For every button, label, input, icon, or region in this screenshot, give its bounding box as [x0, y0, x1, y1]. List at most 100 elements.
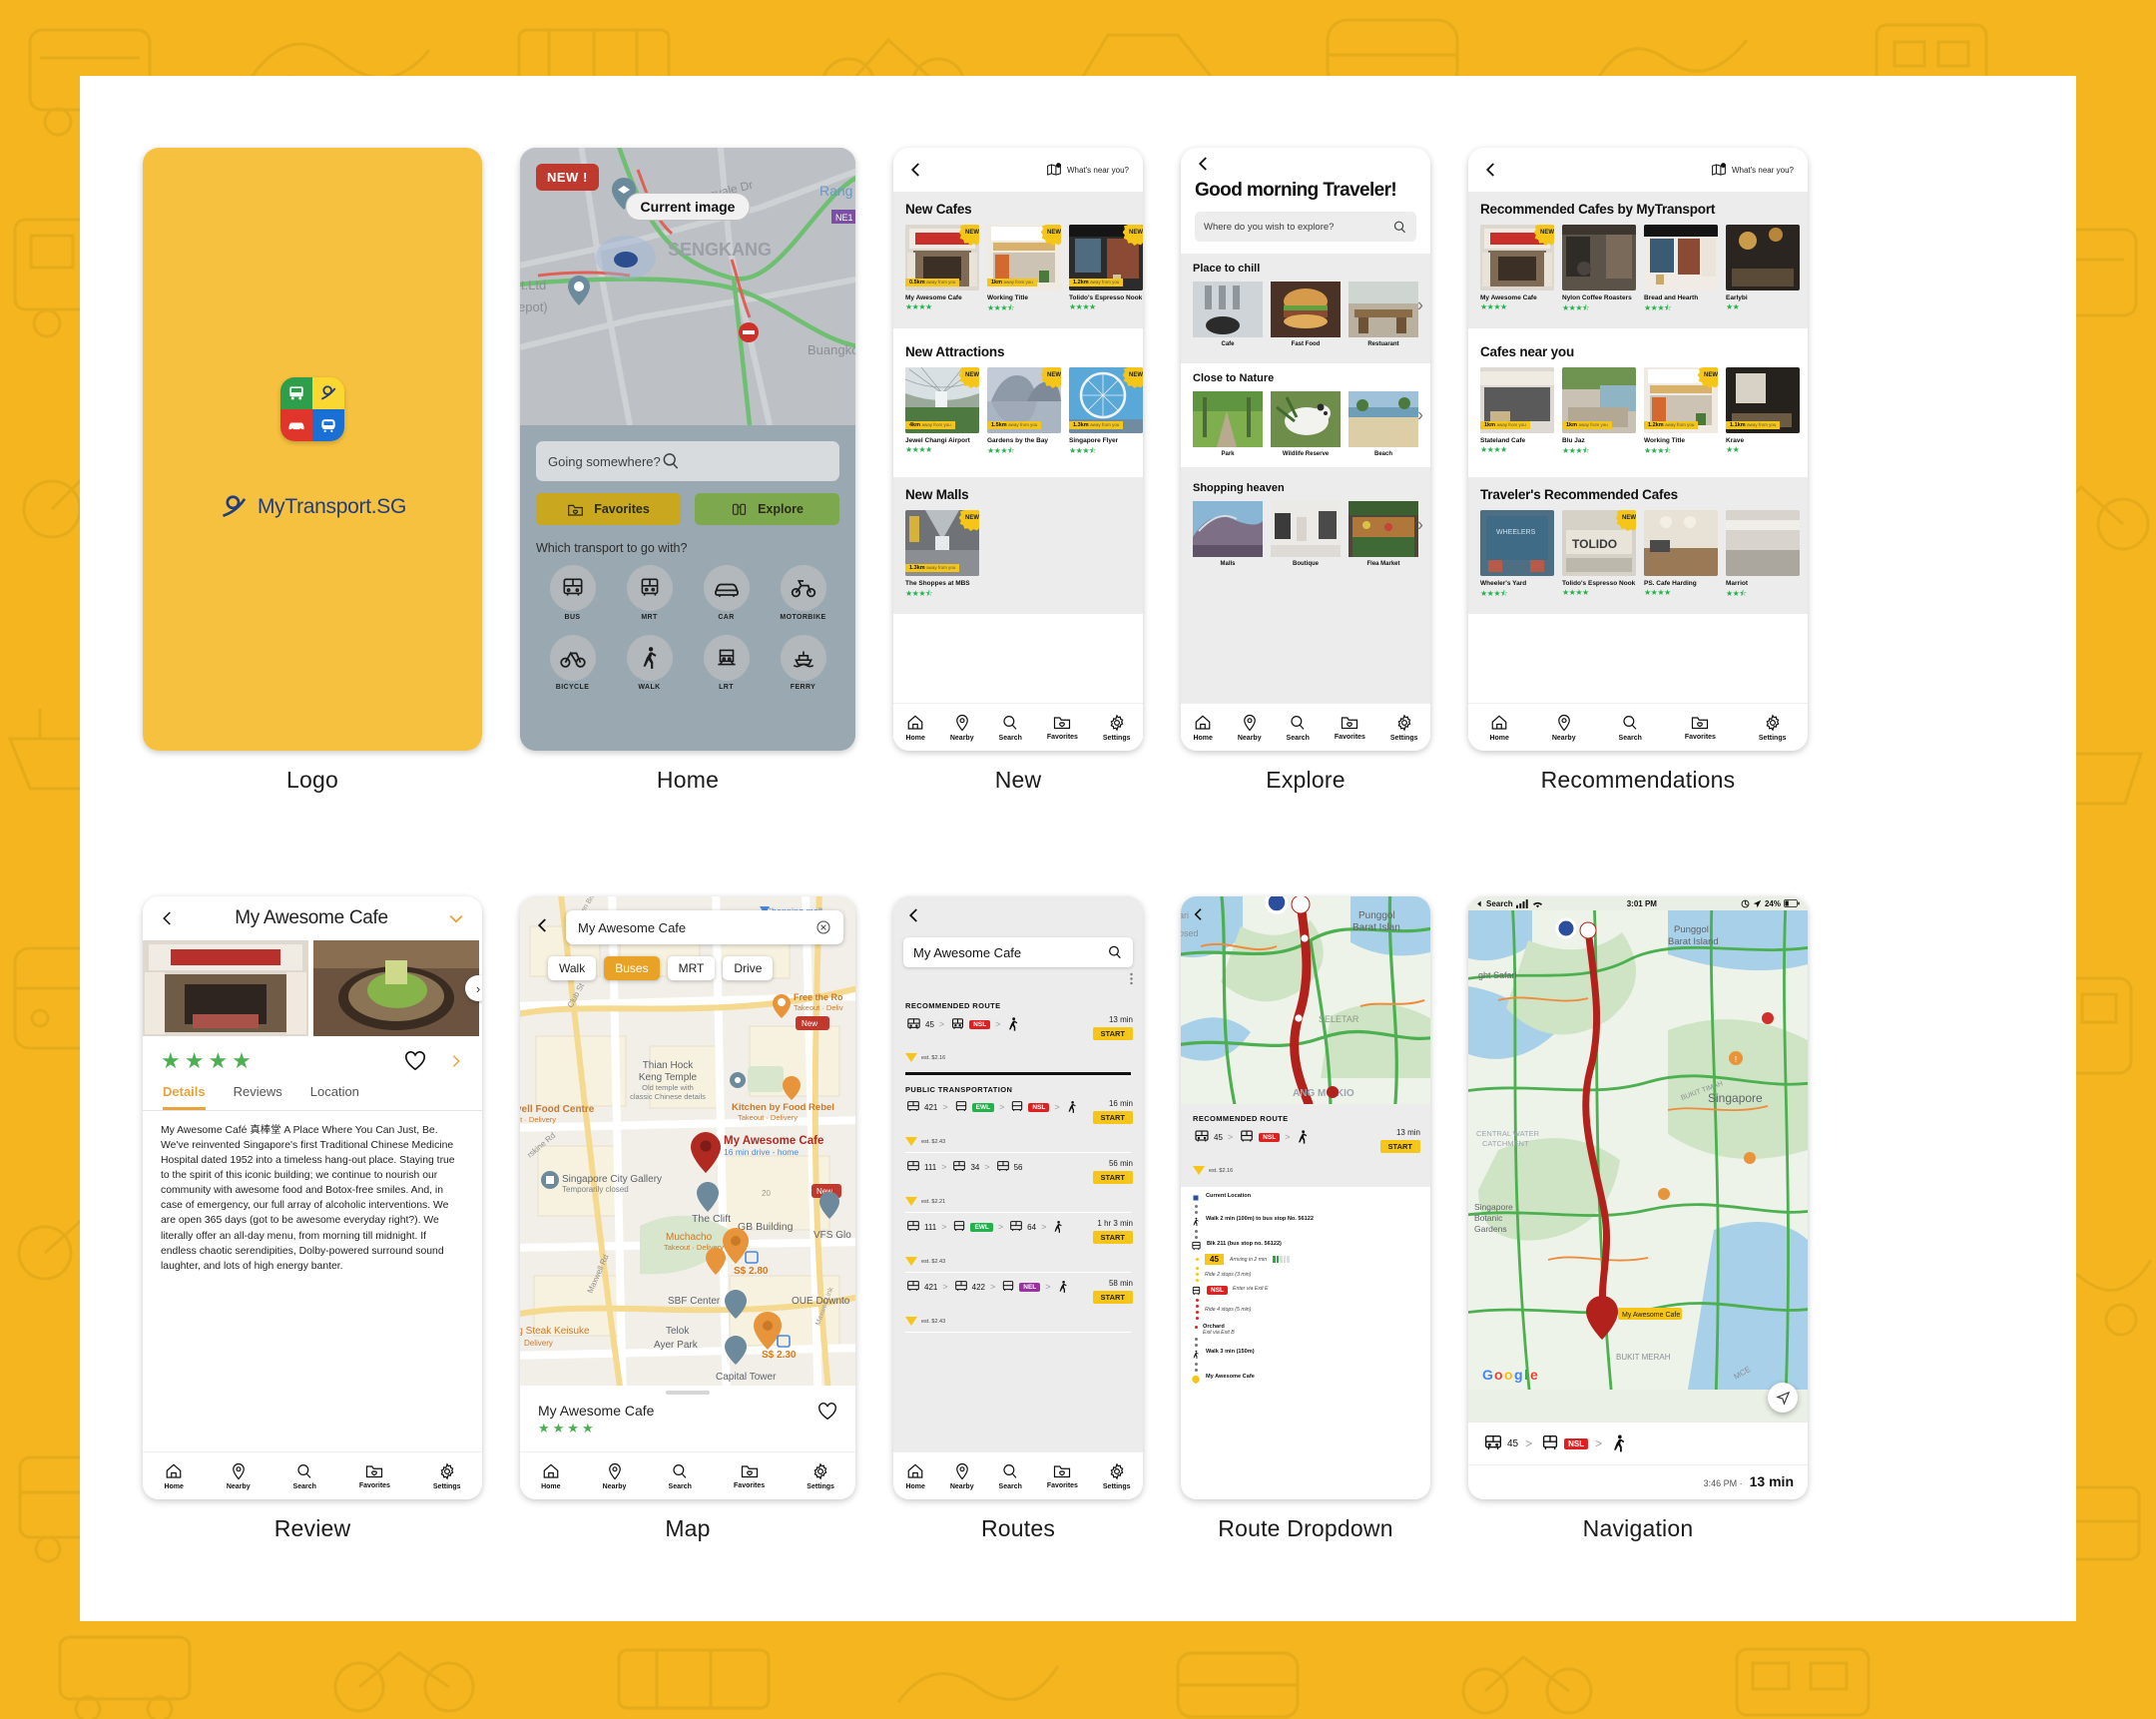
chevron-right-icon[interactable]: ›: [1417, 515, 1423, 536]
list-item[interactable]: 1.1km away from you Krave ★★: [1726, 367, 1800, 459]
start-button[interactable]: START: [1092, 1291, 1133, 1304]
list-item[interactable]: TOLIDO NEW Tolido's Espresso Nook ★★★★: [1562, 510, 1636, 602]
back-icon[interactable]: [534, 916, 552, 934]
start-button[interactable]: START: [1092, 1027, 1133, 1040]
chevron-right-icon[interactable]: [448, 1052, 464, 1070]
map-screen[interactable]: Club St rskine Rd Maxwell Rd Maxwell Lin…: [520, 896, 855, 1499]
route-option[interactable]: 421 > 422 > NEL > 58 min START: [893, 1279, 1143, 1315]
list-item[interactable]: Cafe: [1193, 282, 1263, 347]
route-step-list[interactable]: Current Location Walk 2 min (100m) to bu…: [1181, 1187, 1430, 1390]
chevron-right-icon[interactable]: ›: [1417, 405, 1423, 426]
heart-icon[interactable]: [404, 1051, 426, 1071]
transport-option-motorbike[interactable]: MOTORBIKE: [765, 565, 841, 621]
list-item[interactable]: Malls: [1193, 501, 1263, 567]
expand-triangle-icon[interactable]: [905, 1257, 917, 1266]
start-button[interactable]: START: [1092, 1231, 1133, 1244]
card-row[interactable]: Cafe Fast Food Restuarant: [1193, 282, 1430, 347]
list-item[interactable]: NEW 1.2km away from you Tolido's Espress…: [1069, 225, 1143, 316]
chevron-down-icon[interactable]: [446, 908, 466, 928]
tab-search[interactable]: Search: [1287, 714, 1310, 742]
tab-home[interactable]: Home: [905, 1462, 925, 1490]
list-item[interactable]: Beach: [1348, 391, 1418, 457]
home-map[interactable]: Compassvale Dr SENGKANG Rang it.Ltd epot…: [520, 148, 855, 425]
clear-icon[interactable]: [815, 919, 831, 935]
tab-settings[interactable]: Settings: [1103, 714, 1131, 742]
back-arrow-icon[interactable]: [1476, 900, 1483, 907]
tab-home[interactable]: Home: [1193, 714, 1213, 742]
tab-nearby[interactable]: Nearby: [950, 1462, 974, 1490]
list-item[interactable]: 1km away from you Stateland Cafe ★★★★: [1480, 367, 1554, 459]
card-row[interactable]: NEW 0.5km away from you My Awesome Cafe …: [905, 225, 1143, 316]
tab-favorites[interactable]: Favorites: [1047, 1462, 1078, 1489]
gallery-photo[interactable]: ›: [313, 940, 482, 1036]
back-icon[interactable]: [1195, 155, 1213, 173]
more-options-icon[interactable]: [1130, 972, 1133, 985]
route-summary[interactable]: 45 > NSL > 13 min START: [1181, 1128, 1430, 1164]
tab-search[interactable]: Search: [999, 714, 1022, 742]
mode-walk[interactable]: Walk: [548, 956, 597, 980]
list-item[interactable]: Nylon Coffee Roasters ★★★⯪: [1562, 225, 1636, 316]
list-item[interactable]: NEW 1.3km away from you The Shoppes at M…: [905, 510, 979, 602]
list-item[interactable]: NEW 0.5km away from you My Awesome Cafe …: [905, 225, 979, 316]
tab-favorites[interactable]: Favorites: [1685, 714, 1716, 741]
route-option[interactable]: 111 > 34 > 56 56 min START: [893, 1159, 1143, 1195]
tab-search[interactable]: Search: [669, 1462, 692, 1490]
recs-scroll[interactable]: Recommended Cafes by MyTransport NEW My …: [1468, 192, 1808, 703]
transport-option-mrt[interactable]: MRT: [611, 565, 688, 621]
list-item[interactable]: Fast Food: [1271, 282, 1341, 347]
start-button[interactable]: START: [1092, 1111, 1133, 1124]
back-icon[interactable]: [907, 161, 925, 179]
list-item[interactable]: Marriot ★★⯪: [1726, 510, 1800, 602]
route-legs[interactable]: 45 > NSL >: [1468, 1423, 1808, 1465]
back-icon[interactable]: [905, 906, 923, 924]
tab-nearby[interactable]: Nearby: [1552, 714, 1576, 742]
card-row[interactable]: NEW My Awesome Cafe ★★★★ Nylon Coffee Roa…: [1480, 225, 1808, 316]
tab-settings[interactable]: Settings: [807, 1462, 834, 1490]
tab-search[interactable]: Search: [293, 1462, 316, 1490]
collapse-triangle-icon[interactable]: [1193, 1166, 1205, 1175]
list-item[interactable]: Boutique: [1271, 501, 1341, 567]
route-option[interactable]: 111 > EWL > 64 > 1 hr 3 min START: [893, 1219, 1143, 1255]
card-row[interactable]: WHEELERS Wheeler's Yard ★★★⯪ TOLIDO NEW T…: [1480, 510, 1808, 602]
tab-settings[interactable]: Settings: [1103, 1462, 1131, 1490]
list-item[interactable]: NEW 4km away from you Jewel Changi Airpo…: [905, 367, 979, 459]
card-row[interactable]: 1km away from you Stateland Cafe ★★★★ 1km…: [1480, 367, 1808, 459]
list-item[interactable]: Earlybi ★★: [1726, 225, 1800, 316]
routes-list[interactable]: RECOMMENDED ROUTE 45 > NSL > 13 min STAR…: [893, 991, 1143, 1451]
expand-triangle-icon[interactable]: [905, 1197, 917, 1206]
list-item[interactable]: Park: [1193, 391, 1263, 457]
expand-triangle-icon[interactable]: [905, 1137, 917, 1146]
tab-nearby[interactable]: Nearby: [950, 714, 974, 742]
card-row[interactable]: NEW 1.3km away from you The Shoppes at M…: [905, 510, 1143, 602]
start-button[interactable]: START: [1379, 1140, 1420, 1153]
list-item[interactable]: NEW 1km away from you Working Title ★★★⯪: [987, 225, 1061, 316]
tab-favorites[interactable]: Favorites: [359, 1462, 390, 1489]
tab-home[interactable]: Home: [541, 1462, 561, 1490]
list-item[interactable]: PS. Cafe Harding ★★★★: [1644, 510, 1718, 602]
tab-nearby[interactable]: Nearby: [1238, 714, 1262, 742]
tab-settings[interactable]: Settings: [1759, 714, 1787, 742]
tab-home[interactable]: Home: [164, 1462, 184, 1490]
whats-near-you-button[interactable]: What's near you?: [1046, 163, 1129, 177]
mode-buses[interactable]: Buses: [604, 956, 660, 980]
back-icon[interactable]: [159, 909, 177, 927]
explore-button[interactable]: Explore: [695, 493, 839, 525]
tab-favorites[interactable]: Favorites: [1335, 714, 1365, 741]
new-scroll[interactable]: New Cafes NEW 0.5km away from you My Awe…: [893, 192, 1143, 703]
list-item[interactable]: 1km away from you Blu Jaz ★★★⯪: [1562, 367, 1636, 459]
list-item[interactable]: Restuarant: [1348, 282, 1418, 347]
navigation-map[interactable]: Punggol Barat Island Singapore CENTRAL W…: [1468, 910, 1808, 1423]
tab-reviews[interactable]: Reviews: [234, 1084, 282, 1110]
mode-mrt[interactable]: MRT: [667, 956, 716, 980]
tab-settings[interactable]: Settings: [1390, 714, 1418, 742]
transport-option-walk[interactable]: WALK: [611, 635, 688, 691]
transport-option-bus[interactable]: BUS: [534, 565, 611, 621]
map-search-input[interactable]: My Awesome Cafe: [566, 910, 843, 944]
gallery-photo[interactable]: [143, 940, 308, 1036]
explore-scroll[interactable]: Place to chill Cafe Fast Food Restuarant…: [1181, 254, 1430, 703]
whats-near-you-button[interactable]: What's near you?: [1711, 163, 1794, 177]
list-item[interactable]: NEW 1.3km away from you Singapore Flyer …: [1069, 367, 1143, 459]
transport-option-car[interactable]: CAR: [688, 565, 765, 621]
list-item[interactable]: Flea Market: [1348, 501, 1418, 567]
route-option[interactable]: 421 > EWL > NSL > 16 min START: [893, 1099, 1143, 1135]
